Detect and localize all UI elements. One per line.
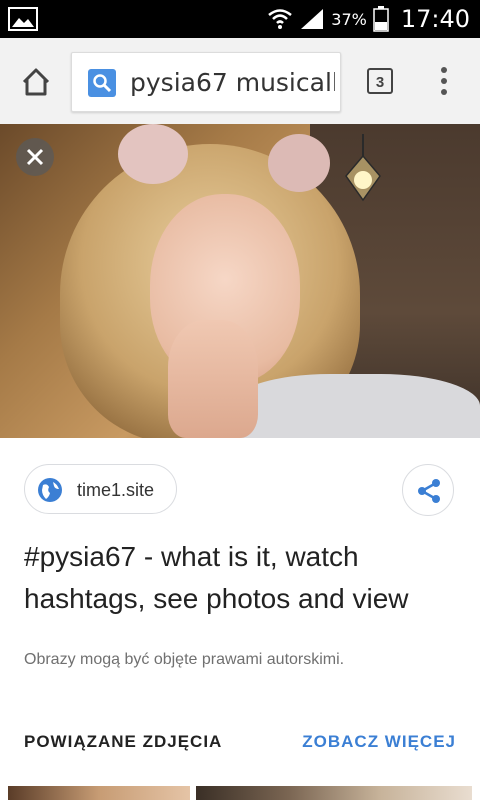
share-button[interactable] (402, 464, 454, 516)
share-icon (418, 479, 440, 503)
fluffy-ear-right (268, 134, 330, 192)
clock: 17:40 (400, 5, 470, 33)
lamp-shape (345, 134, 381, 202)
copyright-disclaimer: Obrazy mogą być objęte prawami autorskim… (24, 651, 345, 668)
hand-shape (168, 320, 258, 438)
search-icon (88, 69, 116, 97)
status-bar: 37% 17:40 (0, 0, 480, 38)
wifi-icon (268, 9, 293, 29)
close-icon[interactable] (16, 138, 54, 176)
browser-toolbar: pysia67 musicall 3 (0, 38, 480, 125)
result-title[interactable]: #pysia67 - what is it, watch hashtags, s… (24, 536, 464, 620)
search-query-text[interactable]: pysia67 musicall (130, 68, 335, 97)
related-thumbnail[interactable] (196, 786, 472, 800)
battery-percent: 37% (331, 9, 367, 29)
source-link[interactable]: time1.site (24, 464, 178, 514)
result-image[interactable] (0, 124, 480, 438)
source-site-label: time1.site (77, 480, 155, 500)
related-images-heading: POWIĄZANE ZDJĘCIA (24, 732, 223, 751)
fluffy-ear-left (118, 124, 188, 184)
battery-icon (373, 6, 389, 32)
gallery-notification-icon (8, 7, 38, 31)
signal-icon (301, 9, 324, 29)
overflow-menu-icon[interactable] (434, 64, 454, 98)
tab-switcher-button[interactable]: 3 (367, 68, 393, 94)
shirt-shape (230, 374, 480, 438)
search-bar[interactable]: pysia67 musicall (71, 52, 341, 112)
home-icon[interactable] (16, 62, 56, 102)
related-thumbnail[interactable] (8, 786, 190, 800)
see-more-link[interactable]: ZOBACZ WIĘCEJ (302, 732, 456, 752)
globe-icon (38, 478, 62, 502)
